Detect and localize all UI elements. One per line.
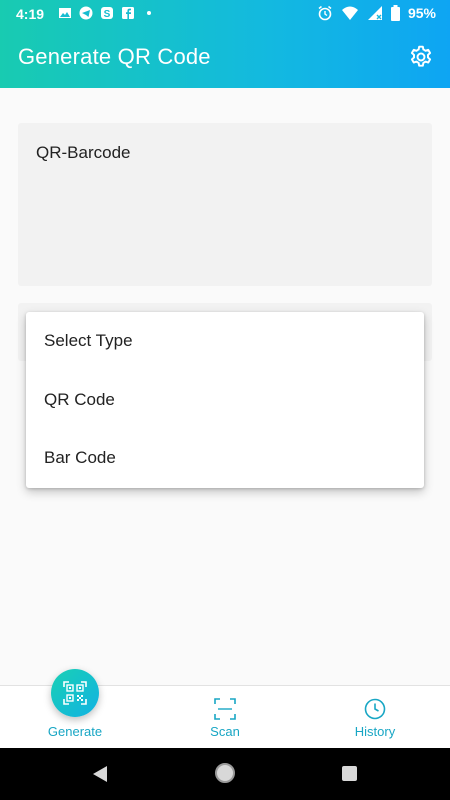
nav-history-label: History <box>354 724 396 739</box>
bottom-navigation: Generate Scan History <box>0 669 450 749</box>
image-icon <box>59 8 71 18</box>
back-icon[interactable] <box>91 764 109 784</box>
page-title: Generate QR Code <box>18 44 211 69</box>
scan-frame-icon <box>214 698 236 720</box>
alarm-icon <box>318 5 332 21</box>
option-qr-code[interactable]: QR Code <box>26 371 424 430</box>
option-bar-code[interactable]: Bar Code <box>26 429 424 488</box>
signal-icon <box>367 6 382 20</box>
system-navigation-bar <box>0 748 450 800</box>
nav-generate[interactable]: Generate <box>0 669 150 749</box>
gear-icon[interactable] <box>408 44 434 70</box>
home-icon[interactable] <box>215 763 235 783</box>
status-right: 95% <box>317 5 436 21</box>
notification-icons: S <box>58 6 156 20</box>
content-text-value: QR-Barcode <box>36 143 131 162</box>
battery-percent: 95% <box>407 5 436 21</box>
svg-text:S: S <box>104 9 111 20</box>
type-dropdown-menu: Select Type QR Code Bar Code <box>26 312 424 488</box>
telegram-icon <box>79 6 93 20</box>
dot-icon <box>147 11 151 15</box>
nav-history[interactable]: History <box>300 686 450 749</box>
app-header: 4:19 S 95% Generate QR Code <box>0 0 450 88</box>
facebook-icon <box>122 7 134 19</box>
recent-apps-icon[interactable] <box>342 766 357 781</box>
nav-scan[interactable]: Scan <box>150 686 300 749</box>
status-bar: 4:19 S 95% <box>0 0 450 28</box>
nav-generate-label: Generate <box>47 724 103 739</box>
clock-icon <box>364 698 386 720</box>
skype-icon: S <box>101 7 113 20</box>
status-time: 4:19 <box>16 6 45 22</box>
nav-scan-label: Scan <box>210 724 240 739</box>
option-select-type[interactable]: Select Type <box>26 312 424 371</box>
main-content: QR-Barcode Select Type QR Code Bar Code <box>0 88 450 685</box>
battery-icon <box>390 5 400 21</box>
generate-fab[interactable] <box>51 669 99 717</box>
content-text-input[interactable]: QR-Barcode <box>18 123 432 286</box>
wifi-icon <box>341 6 358 20</box>
qr-code-icon <box>63 681 87 705</box>
